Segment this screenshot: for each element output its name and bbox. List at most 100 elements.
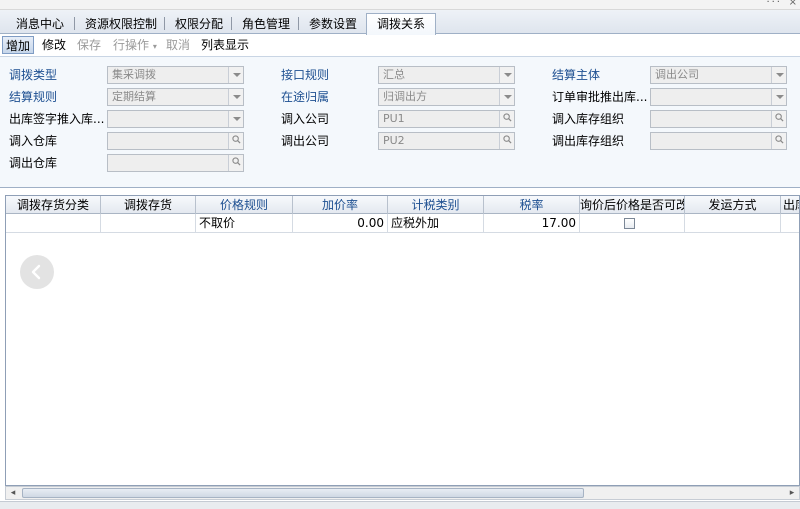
window-close-icon[interactable]: × (789, 0, 797, 8)
tab-separator (74, 17, 75, 30)
in-stock-org-label: 调入库存组织 (552, 112, 625, 126)
tab-transfer-relation[interactable]: 调拨关系 (366, 13, 437, 35)
row-operations-label: 行操作 (113, 38, 150, 52)
lookup-button[interactable] (499, 133, 514, 149)
cell-item[interactable] (101, 214, 196, 232)
in-warehouse-label: 调入仓库 (9, 134, 58, 148)
scroll-right-icon[interactable]: ▸ (785, 487, 799, 499)
status-bar (0, 501, 800, 509)
magnifier-icon (232, 135, 241, 144)
in-transit-select[interactable]: 归调出方 (378, 88, 515, 106)
order-push-select[interactable] (650, 88, 787, 106)
settle-subject-value: 调出公司 (655, 68, 699, 81)
grid-header: 调拨存货分类 调拨存货 价格规则 加价率 计税类别 税率 询价后价格是否可改 发… (6, 196, 799, 214)
settle-rule-select[interactable]: 定期结算 (107, 88, 244, 106)
dropdown-button[interactable] (228, 111, 243, 127)
column-header-price-rule[interactable]: 价格规则 (196, 196, 293, 214)
dropdown-button[interactable] (228, 67, 243, 83)
chevron-down-icon (504, 95, 512, 99)
chevron-down-icon (233, 117, 241, 121)
tab-permission-assign[interactable]: 权限分配 (169, 14, 229, 34)
magnifier-icon (503, 113, 512, 122)
cell-tax-rate[interactable]: 17.00 (484, 214, 580, 232)
column-header-tax-rate[interactable]: 税率 (484, 196, 580, 214)
cell-markup[interactable]: 0.00 (293, 214, 388, 232)
cell-ship-method[interactable] (685, 214, 781, 232)
chevron-down-icon (504, 73, 512, 77)
column-header-outbound[interactable]: 出库 (781, 196, 799, 214)
in-stock-org-field[interactable] (650, 110, 787, 128)
header-form-panel: 调拨类型 集采调拨 接口规则 汇总 结算主体 调出公司 结算规则 定期结算 在途… (0, 56, 800, 188)
tab-resource-permission[interactable]: 资源权限控制 (79, 14, 163, 34)
cell-tax-type[interactable]: 应税外加 (388, 214, 484, 232)
cell-outbound[interactable] (781, 214, 799, 232)
transfer-type-select[interactable]: 集采调拨 (107, 66, 244, 84)
table-row[interactable]: 不取价 0.00 应税外加 17.00 (6, 214, 799, 233)
transfer-type-value: 集采调拨 (112, 68, 156, 81)
out-sign-push-select[interactable] (107, 110, 244, 128)
window-top-strip: ··· × (0, 0, 800, 10)
dropdown-button[interactable] (499, 67, 514, 83)
order-push-label: 订单审批推出库... (552, 90, 648, 104)
out-company-label: 调出公司 (281, 134, 330, 148)
chevron-down-icon (776, 95, 784, 99)
tab-separator (298, 17, 299, 30)
magnifier-icon (775, 135, 784, 144)
cell-category[interactable] (6, 214, 101, 232)
out-warehouse-label: 调出仓库 (9, 156, 58, 170)
modify-button[interactable]: 修改 (39, 36, 69, 54)
cell-editable-after-quote (580, 214, 685, 232)
dropdown-button[interactable] (499, 89, 514, 105)
dropdown-button[interactable] (228, 89, 243, 105)
in-warehouse-field[interactable] (107, 132, 244, 150)
in-company-value: PU1 (383, 112, 405, 125)
magnifier-icon (503, 135, 512, 144)
lookup-button[interactable] (228, 133, 243, 149)
chevron-down-icon: ▾ (152, 42, 157, 51)
toolbar: 增加 修改 保存 行操作 ▾ 取消 列表显示 (0, 35, 800, 55)
dropdown-button[interactable] (771, 67, 786, 83)
lookup-button[interactable] (228, 155, 243, 171)
add-button[interactable]: 增加 (2, 36, 35, 54)
list-view-button[interactable]: 列表显示 (198, 36, 252, 54)
editable-after-quote-checkbox[interactable] (624, 218, 635, 229)
settle-subject-select[interactable]: 调出公司 (650, 66, 787, 84)
tab-role-management[interactable]: 角色管理 (236, 14, 296, 34)
column-header-category[interactable]: 调拨存货分类 (6, 196, 101, 214)
column-header-editable-after-quote[interactable]: 询价后价格是否可改 (580, 196, 685, 214)
chevron-down-icon (233, 95, 241, 99)
column-header-tax-type[interactable]: 计税类别 (388, 196, 484, 214)
out-warehouse-field[interactable] (107, 154, 244, 172)
in-company-field[interactable]: PU1 (378, 110, 515, 128)
previous-page-button[interactable] (20, 255, 54, 289)
out-company-field[interactable]: PU2 (378, 132, 515, 150)
settle-subject-label: 结算主体 (552, 68, 601, 82)
lookup-button[interactable] (499, 111, 514, 127)
row-operations-button[interactable]: 行操作 ▾ (110, 36, 160, 54)
scroll-left-icon[interactable]: ◂ (6, 487, 20, 499)
tab-parameter-settings[interactable]: 参数设置 (303, 14, 363, 34)
cancel-button[interactable]: 取消 (163, 36, 193, 54)
interface-rule-select[interactable]: 汇总 (378, 66, 515, 84)
scrollbar-thumb[interactable] (22, 488, 584, 498)
settle-rule-value: 定期结算 (112, 90, 156, 103)
out-stock-org-field[interactable] (650, 132, 787, 150)
lookup-button[interactable] (771, 133, 786, 149)
transfer-type-label: 调拨类型 (9, 68, 58, 82)
lookup-button[interactable] (771, 111, 786, 127)
column-header-ship-method[interactable]: 发运方式 (685, 196, 781, 214)
tab-separator (231, 17, 232, 30)
in-transit-label: 在途归属 (281, 90, 330, 104)
tab-separator (164, 17, 165, 30)
column-header-markup[interactable]: 加价率 (293, 196, 388, 214)
tab-message-center[interactable]: 消息中心 (10, 14, 70, 34)
settle-rule-label: 结算规则 (9, 90, 58, 104)
cell-price-rule[interactable]: 不取价 (196, 214, 293, 232)
column-header-item[interactable]: 调拨存货 (101, 196, 196, 214)
save-button[interactable]: 保存 (74, 36, 104, 54)
window-menu-icon[interactable]: ··· (766, 0, 782, 8)
detail-grid: 调拨存货分类 调拨存货 价格规则 加价率 计税类别 税率 询价后价格是否可改 发… (5, 195, 800, 486)
chevron-down-icon (233, 73, 241, 77)
horizontal-scrollbar[interactable]: ◂ ▸ (5, 486, 800, 500)
dropdown-button[interactable] (771, 89, 786, 105)
